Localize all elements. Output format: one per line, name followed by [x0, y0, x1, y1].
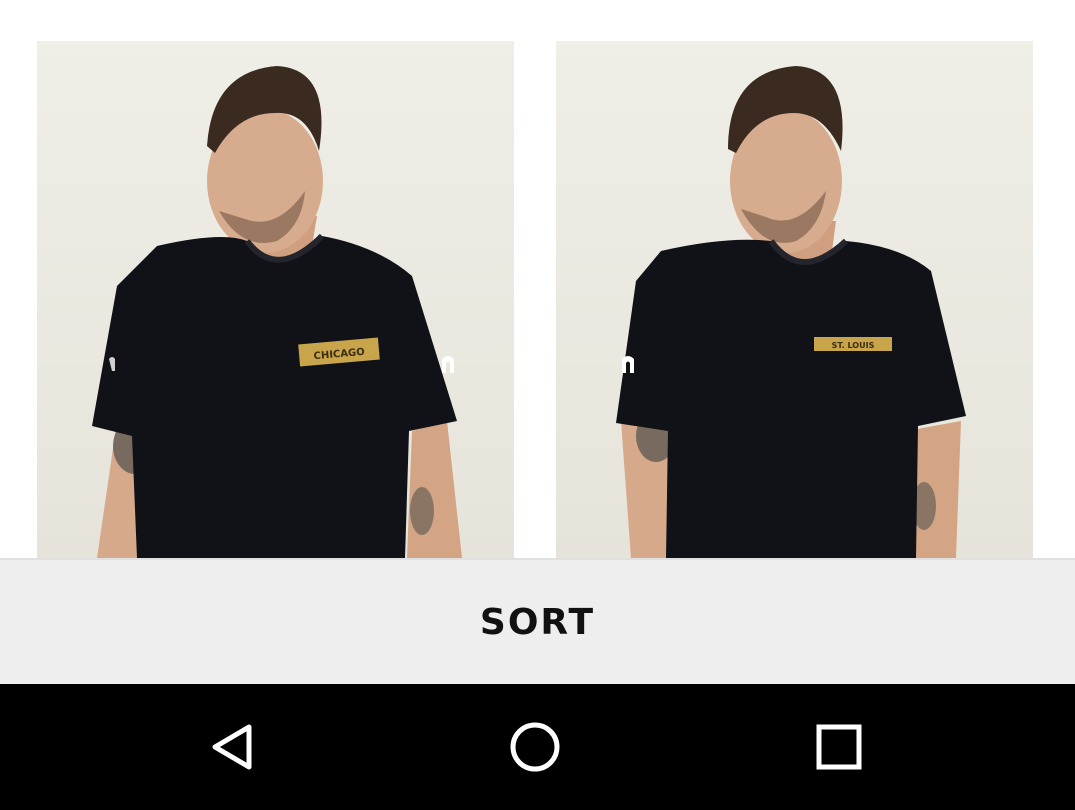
- sort-button[interactable]: SORT: [0, 558, 1075, 684]
- product-image: ST. LOUIS: [556, 41, 1033, 558]
- home-button[interactable]: [505, 717, 565, 777]
- system-navigation-bar: [0, 684, 1075, 810]
- back-button[interactable]: [203, 717, 263, 777]
- recent-apps-icon: [816, 724, 862, 770]
- product-image: CHICAGO: [37, 41, 514, 558]
- back-icon: [212, 724, 252, 770]
- product-card[interactable]: CHICAGO: [37, 41, 514, 558]
- product-card[interactable]: ST. LOUIS: [556, 41, 1033, 558]
- recent-apps-button[interactable]: [809, 717, 869, 777]
- product-grid: CHICAGO ST. LOUIS: [0, 0, 1075, 558]
- sort-label: SORT: [479, 601, 596, 643]
- chest-print-text: ST. LOUIS: [832, 341, 875, 350]
- home-icon: [510, 722, 560, 772]
